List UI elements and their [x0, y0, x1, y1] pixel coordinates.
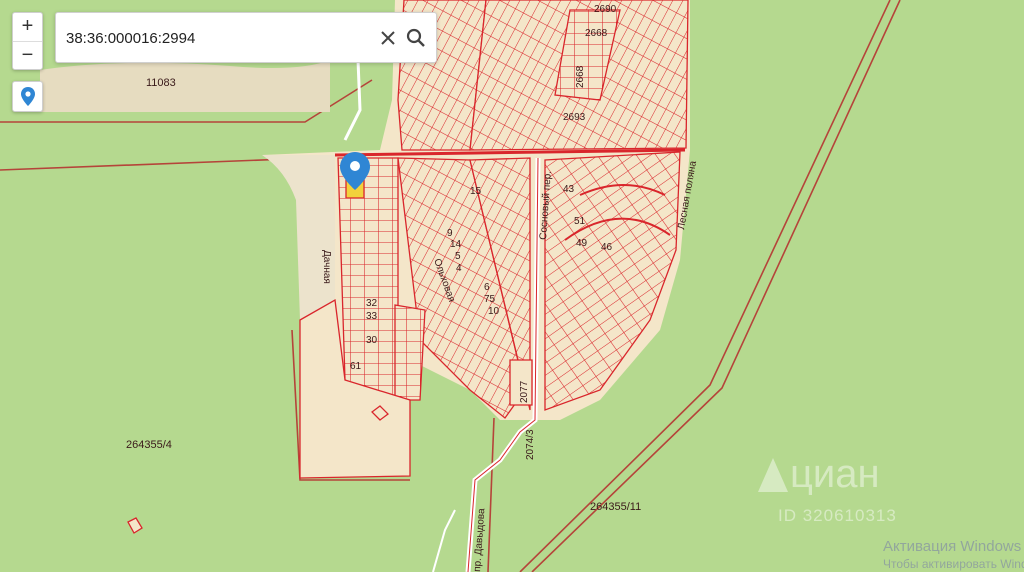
activation-title: Активация Windows [883, 538, 1022, 555]
parcel-label: 75 [484, 294, 496, 305]
cadastral-search-box [55, 12, 437, 63]
search-icon[interactable] [405, 27, 427, 49]
watermark-brand: циан [790, 452, 880, 496]
parcel-label: 4 [456, 263, 462, 274]
parcel-label: 2693 [563, 112, 586, 123]
parcel-label: 49 [576, 238, 588, 249]
map-marker-icon [20, 87, 35, 106]
zoom-out-button[interactable]: − [13, 42, 42, 70]
parcel-label: 61 [350, 361, 362, 372]
parcel-label: 6 [484, 282, 490, 293]
parcel-label: 30 [366, 335, 378, 346]
parcel-label: 2668 [575, 65, 586, 88]
parcel-label: 51 [574, 216, 586, 227]
parcel-label: 9 [447, 228, 453, 239]
zoom-control: + − [12, 12, 43, 70]
search-input[interactable] [66, 26, 366, 50]
activation-subtitle: Чтобы активировать Windows, перейдите в … [883, 557, 1024, 571]
parcel-label: 2690 [594, 4, 617, 15]
parcel-label: 2668 [585, 28, 608, 39]
parcel-label: 10 [488, 306, 500, 317]
zoom-in-button[interactable]: + [13, 13, 42, 41]
watermark-id: ID 320610313 [778, 506, 897, 525]
watermark: циан ID 320610313 [756, 452, 956, 532]
parcel-label: 264355/4 [126, 439, 172, 451]
parcel-label: 46 [601, 242, 613, 253]
windows-activation-notice: Активация Windows Чтобы активировать Win… [883, 538, 1024, 572]
parcel-label: 32 [366, 298, 378, 309]
parcel-label: 33 [366, 311, 378, 322]
parcel-label: 2074/3 [525, 429, 536, 460]
parcel-label: 5 [455, 251, 461, 262]
street-label: Дачная [321, 250, 332, 284]
locate-button[interactable] [12, 81, 43, 112]
close-icon[interactable] [378, 28, 398, 48]
parcel-label: 15 [470, 186, 482, 197]
cian-logo-icon [758, 457, 788, 492]
parcel-label: 264355/11 [590, 501, 641, 513]
parcel-label: 43 [563, 184, 575, 195]
parcel-label: 2077 [519, 380, 530, 403]
parcel-label: 14 [450, 239, 462, 250]
parcel-label: 11083 [146, 77, 176, 89]
